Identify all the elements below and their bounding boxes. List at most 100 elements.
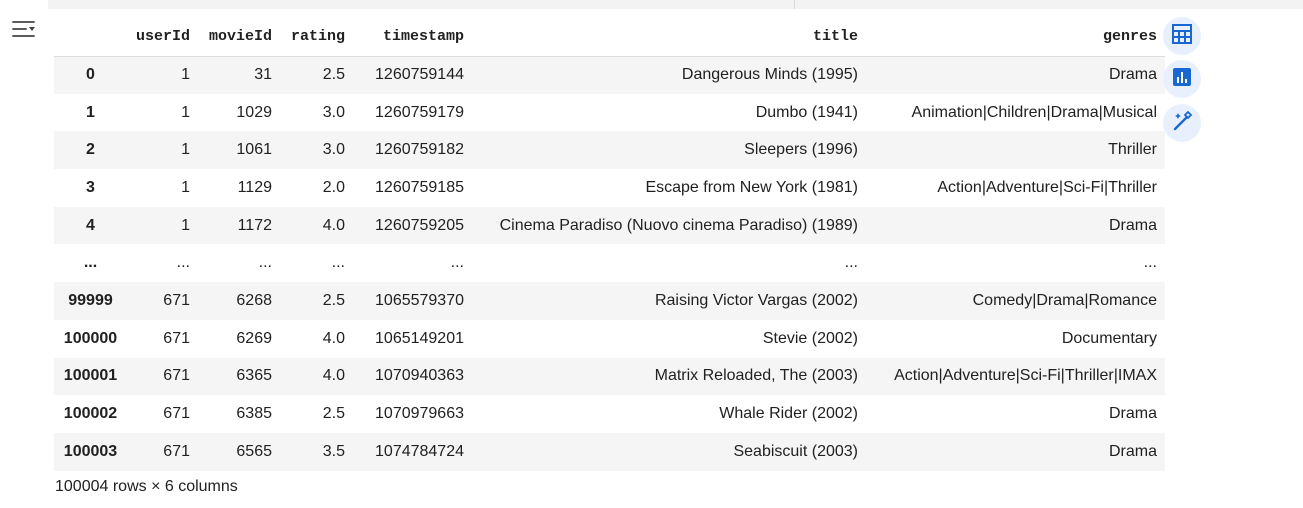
table-cell: 1260759205 xyxy=(375,216,464,234)
table-cell: Matrix Reloaded, The (2003) xyxy=(654,367,858,385)
table-cell: Drama xyxy=(1108,442,1157,460)
row-index: 2 xyxy=(86,141,95,159)
table-cell: 4.0 xyxy=(322,216,345,234)
table-cell: 6565 xyxy=(236,442,272,460)
table-cell: 2.5 xyxy=(322,405,345,423)
table-cell: 6268 xyxy=(236,291,272,309)
table-cell: 6385 xyxy=(236,405,272,423)
column-header: genres xyxy=(866,18,1165,57)
table-cell: 6365 xyxy=(236,367,272,385)
table-row: 3 1 1129 2.0 1260759185 Escape from New York … xyxy=(54,169,1165,207)
table-row: 100003 671 6565 3.5 1074784724 Seabiscuit (20… xyxy=(54,432,1165,471)
table-cell: Cinema Paradiso (Nuovo cinema Paradiso) … xyxy=(499,216,858,234)
table-cell: 1065149201 xyxy=(375,329,464,347)
table-cell: Action|Adventure|Sci-Fi|Thriller|IMAX xyxy=(894,367,1157,385)
magic-wand-icon xyxy=(1170,109,1194,138)
row-index: 0 xyxy=(86,66,95,84)
table-cell: 31 xyxy=(254,66,272,84)
table-row: 100002 671 6385 2.5 1070979663 Whale Rider (2… xyxy=(54,395,1165,433)
table-cell: Escape from New York (1981) xyxy=(645,178,858,196)
column-header: movieId xyxy=(198,18,280,57)
previous-cell-strip xyxy=(48,0,1303,9)
table-row: 4 1 1172 4.0 1260759205 Cinema Paradiso (Nuov… xyxy=(54,206,1165,245)
table-shape-summary: 100004 rows × 6 columns xyxy=(55,478,238,495)
table-cell: ... xyxy=(331,254,345,272)
row-index: 100003 xyxy=(63,442,118,460)
table-cell: 1070979663 xyxy=(375,405,464,423)
table-cell: 2.5 xyxy=(322,291,345,309)
dataframe-output: userId movieId rating timestamp title ge… xyxy=(54,18,1165,471)
table-row: ..................... xyxy=(54,244,1165,283)
suggest-chart-button[interactable] xyxy=(1163,60,1201,98)
table-row: 0 1 31 2.5 1260759144 Dangerous Minds (1995) D… xyxy=(54,56,1165,94)
table-row: 2 1 1061 3.0 1260759182 Sleepers (1996) Thrill… xyxy=(54,131,1165,170)
table-cell: 1 xyxy=(181,216,190,234)
output-collapse-icon[interactable] xyxy=(10,18,38,42)
table-cell: Drama xyxy=(1108,216,1157,234)
table-cell: 2.5 xyxy=(322,66,345,84)
table-cell: 671 xyxy=(163,442,190,460)
table-cell: Seabiscuit (2003) xyxy=(733,442,858,460)
column-header: userId xyxy=(127,18,198,57)
table-cell: 1 xyxy=(181,178,190,196)
table-cell: 1074784724 xyxy=(375,442,464,460)
column-header: rating xyxy=(280,18,353,57)
table-cell: 671 xyxy=(163,405,190,423)
row-index: 3 xyxy=(86,178,95,196)
table-cell: 1 xyxy=(181,103,190,121)
table-cell: Sleepers (1996) xyxy=(744,141,858,159)
table-cell: 1129 xyxy=(237,178,272,196)
table-cell: Whale Rider (2002) xyxy=(719,405,858,423)
table-cell: 1 xyxy=(181,66,190,84)
header-row: userId movieId rating timestamp title ge… xyxy=(54,18,1165,57)
table-cell: 4.0 xyxy=(322,367,345,385)
table-cell: Raising Victor Vargas (2002) xyxy=(654,291,858,309)
generate-code-button[interactable] xyxy=(1163,104,1201,142)
table-row: 100000 671 6269 4.0 1065149201 Stevie (2002) D… xyxy=(54,319,1165,358)
table-cell: 1 xyxy=(181,141,190,159)
bar-chart-icon xyxy=(1171,66,1193,93)
table-cell: 1065579370 xyxy=(375,291,464,309)
table-cell: 1260759182 xyxy=(375,141,464,159)
table-cell: 671 xyxy=(163,367,190,385)
table-cell: 2.0 xyxy=(322,178,345,196)
table-cell: 671 xyxy=(163,329,190,347)
table-cell: ... xyxy=(1143,254,1157,272)
table-row: 1 1 1029 3.0 1260759179 Dumbo (1941) Animation… xyxy=(54,93,1165,132)
table-cell: Dangerous Minds (1995) xyxy=(681,66,858,84)
table-cell: Dumbo (1941) xyxy=(755,103,858,121)
table-cell: 1260759144 xyxy=(375,66,464,84)
row-index: 100000 xyxy=(63,329,118,347)
table-cell: 671 xyxy=(163,291,190,309)
table-cell: Comedy|Drama|Romance xyxy=(972,291,1157,309)
table-cell: 1172 xyxy=(237,216,272,234)
index-header xyxy=(54,18,127,57)
row-index: 99999 xyxy=(68,291,113,309)
table-cell: 1260759179 xyxy=(375,103,464,121)
table-cell: Drama xyxy=(1108,405,1157,423)
table-cell: 1260759185 xyxy=(375,178,464,196)
table-cell: ... xyxy=(258,254,272,272)
table-cell: 3.0 xyxy=(322,103,345,121)
row-index: 1 xyxy=(86,103,95,121)
column-header: timestamp xyxy=(353,18,472,57)
table-cell: ... xyxy=(450,254,464,272)
table-cell: Animation|Children|Drama|Musical xyxy=(911,103,1157,121)
table-cell: Thriller xyxy=(1108,141,1157,159)
row-index: 4 xyxy=(86,216,95,234)
table-row: 100001 671 6365 4.0 1070940363 Matrix Reloade… xyxy=(54,357,1165,396)
column-header: title xyxy=(472,18,866,57)
table-cell: 3.0 xyxy=(322,141,345,159)
table-cell: Documentary xyxy=(1061,329,1157,347)
strip-divider xyxy=(794,0,795,9)
table-cell: 3.5 xyxy=(322,442,345,460)
interactive-table-button[interactable] xyxy=(1163,17,1201,55)
table-cell: 1061 xyxy=(236,141,272,159)
table-cell: 1070940363 xyxy=(375,367,464,385)
table-row: 99999 671 6268 2.5 1065579370 Raising Victor … xyxy=(54,282,1165,320)
table-cell: Action|Adventure|Sci-Fi|Thriller xyxy=(937,178,1157,196)
table-cell: 6269 xyxy=(236,329,272,347)
dataframe-table: userId movieId rating timestamp title ge… xyxy=(54,18,1165,471)
table-cell: 1029 xyxy=(236,103,272,121)
table-cell: Drama xyxy=(1108,66,1157,84)
